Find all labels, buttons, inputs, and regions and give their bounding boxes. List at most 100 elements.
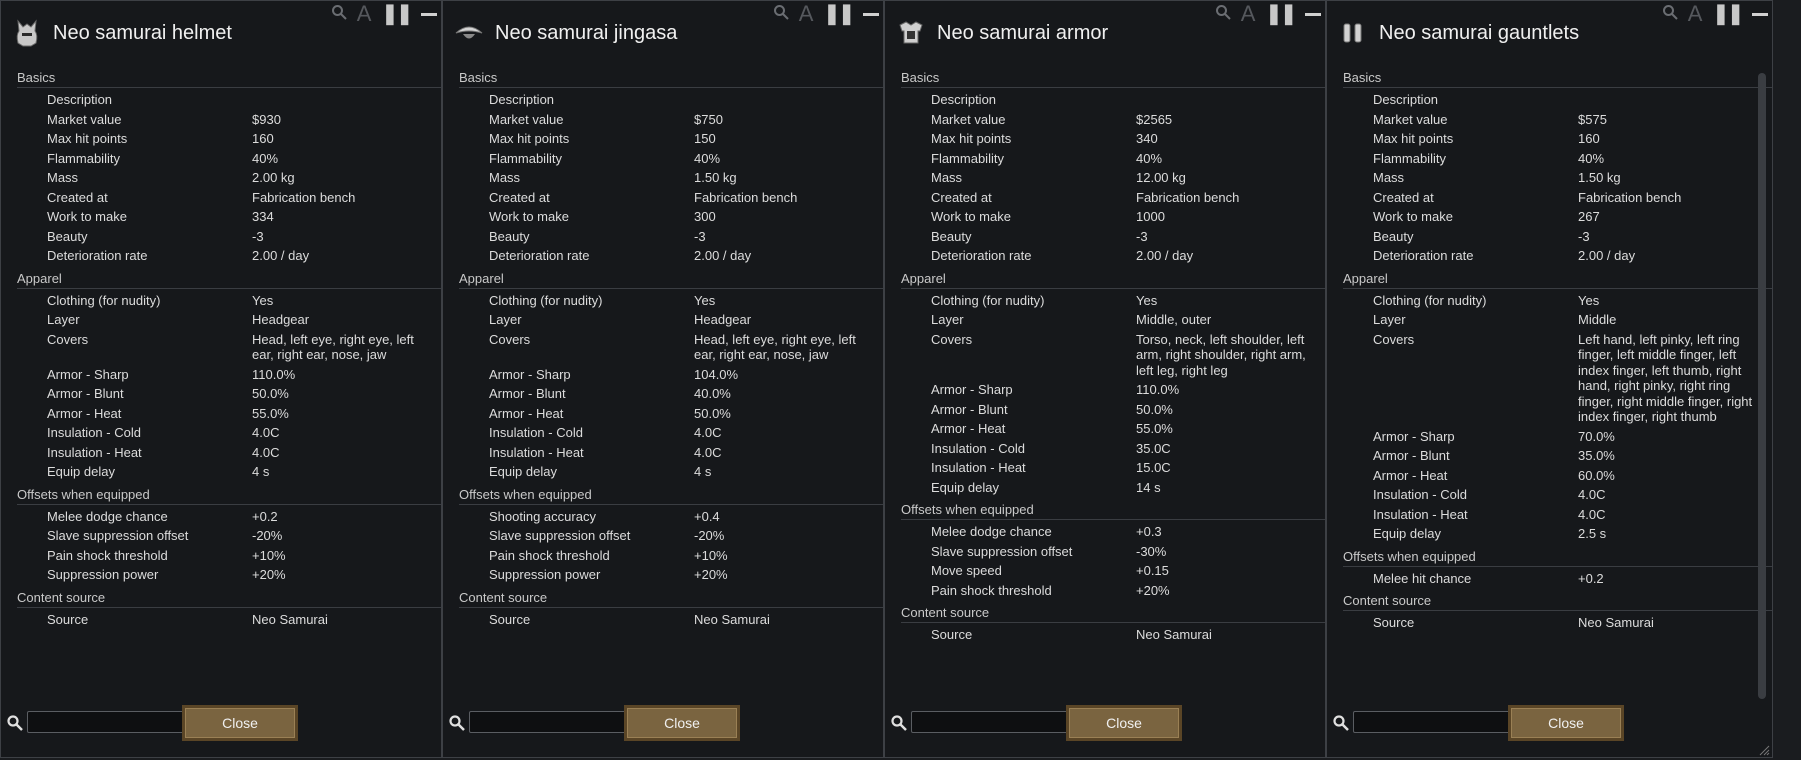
close-button[interactable]: Close	[1066, 705, 1182, 741]
stat-row[interactable]: Armor - Heat 55.0%	[901, 419, 1325, 439]
stat-row[interactable]: Insulation - Cold 4.0C	[17, 423, 441, 443]
stat-row[interactable]: Description	[459, 90, 883, 110]
stat-row[interactable]: Mass 1.50 kg	[459, 168, 883, 188]
stat-row[interactable]: Clothing (for nudity) Yes	[1343, 291, 1772, 311]
stat-row[interactable]: Armor - Blunt 50.0%	[17, 384, 441, 404]
stat-row[interactable]: Description	[17, 90, 441, 110]
stat-row[interactable]: Beauty -3	[1343, 227, 1772, 247]
stat-row[interactable]: Mass 2.00 kg	[17, 168, 441, 188]
resize-grip-icon[interactable]	[1758, 743, 1770, 756]
minimize-icon[interactable]	[863, 12, 879, 16]
stat-row[interactable]: Flammability 40%	[459, 149, 883, 169]
stat-row[interactable]: Source Neo Samurai	[901, 625, 1325, 645]
pause-icon[interactable]: ❚❚	[381, 4, 412, 24]
stat-row[interactable]: Equip delay 4 s	[17, 462, 441, 482]
stat-row[interactable]: Created at Fabrication bench	[901, 188, 1325, 208]
stat-row[interactable]: Deterioration rate 2.00 / day	[459, 246, 883, 266]
stat-row[interactable]: Layer Headgear	[17, 310, 441, 330]
pause-icon[interactable]: ❚❚	[823, 4, 854, 24]
stat-row[interactable]: Created at Fabrication bench	[459, 188, 883, 208]
stat-row[interactable]: Slave suppression offset -30%	[901, 542, 1325, 562]
stat-row[interactable]: Melee dodge chance +0.3	[901, 522, 1325, 542]
stat-row[interactable]: Market value $930	[17, 110, 441, 130]
close-button[interactable]: Close	[624, 705, 740, 741]
stat-row[interactable]: Armor - Heat 60.0%	[1343, 466, 1772, 486]
stat-row[interactable]: Armor - Heat 55.0%	[17, 404, 441, 424]
stat-row[interactable]: Insulation - Heat 4.0C	[1343, 505, 1772, 525]
search-icon[interactable]	[773, 4, 789, 24]
stat-row[interactable]: Work to make 1000	[901, 207, 1325, 227]
pause-icon[interactable]: ❚❚	[1712, 4, 1743, 24]
stat-row[interactable]: Beauty -3	[459, 227, 883, 247]
stat-row[interactable]: Suppression power +20%	[459, 565, 883, 585]
stat-row[interactable]: Covers Torso, neck, left shoulder, left a…	[901, 330, 1325, 381]
stat-row[interactable]: Insulation - Heat 4.0C	[17, 443, 441, 463]
stat-row[interactable]: Insulation - Cold 4.0C	[459, 423, 883, 443]
stat-row[interactable]: Armor - Sharp 104.0%	[459, 365, 883, 385]
stat-row[interactable]: Layer Middle	[1343, 310, 1772, 330]
search-input[interactable]	[1353, 711, 1511, 733]
stat-row[interactable]: Flammability 40%	[17, 149, 441, 169]
stat-row[interactable]: Clothing (for nudity) Yes	[17, 291, 441, 311]
stat-row[interactable]: Source Neo Samurai	[17, 610, 441, 630]
close-button[interactable]: Close	[182, 705, 298, 741]
stat-row[interactable]: Deterioration rate 2.00 / day	[901, 246, 1325, 266]
font-size-icon[interactable]: A	[1241, 3, 1256, 25]
stat-row[interactable]: Insulation - Cold 4.0C	[1343, 485, 1772, 505]
stat-row[interactable]: Armor - Sharp 110.0%	[17, 365, 441, 385]
stat-row[interactable]: Move speed +0.15	[901, 561, 1325, 581]
stat-row[interactable]: Description	[1343, 90, 1772, 110]
stat-row[interactable]: Market value $750	[459, 110, 883, 130]
stat-row[interactable]: Armor - Blunt 50.0%	[901, 400, 1325, 420]
minimize-icon[interactable]	[1752, 12, 1768, 16]
stat-row[interactable]: Work to make 334	[17, 207, 441, 227]
stat-row[interactable]: Melee dodge chance +0.2	[17, 507, 441, 527]
stat-row[interactable]: Slave suppression offset -20%	[17, 526, 441, 546]
minimize-icon[interactable]	[421, 12, 437, 16]
stat-row[interactable]: Armor - Heat 50.0%	[459, 404, 883, 424]
pause-icon[interactable]: ❚❚	[1265, 4, 1296, 24]
stat-row[interactable]: Created at Fabrication bench	[17, 188, 441, 208]
stat-row[interactable]: Max hit points 150	[459, 129, 883, 149]
stat-row[interactable]: Equip delay 4 s	[459, 462, 883, 482]
stat-row[interactable]: Clothing (for nudity) Yes	[459, 291, 883, 311]
stat-row[interactable]: Melee hit chance +0.2	[1343, 569, 1772, 589]
stat-row[interactable]: Clothing (for nudity) Yes	[901, 291, 1325, 311]
search-input[interactable]	[911, 711, 1069, 733]
stat-row[interactable]: Pain shock threshold +10%	[459, 546, 883, 566]
stat-row[interactable]: Shooting accuracy +0.4	[459, 507, 883, 527]
stat-row[interactable]: Source Neo Samurai	[1343, 613, 1772, 633]
stat-row[interactable]: Deterioration rate 2.00 / day	[17, 246, 441, 266]
stat-row[interactable]: Armor - Blunt 35.0%	[1343, 446, 1772, 466]
stat-row[interactable]: Description	[901, 90, 1325, 110]
stat-row[interactable]: Beauty -3	[17, 227, 441, 247]
search-icon[interactable]	[1215, 4, 1231, 24]
stat-row[interactable]: Max hit points 340	[901, 129, 1325, 149]
stat-row[interactable]: Mass 12.00 kg	[901, 168, 1325, 188]
stat-row[interactable]: Covers Left hand, left pinky, left ring f…	[1343, 330, 1772, 427]
stat-row[interactable]: Equip delay 2.5 s	[1343, 524, 1772, 544]
stat-row[interactable]: Market value $575	[1343, 110, 1772, 130]
stat-row[interactable]: Max hit points 160	[17, 129, 441, 149]
font-size-icon[interactable]: A	[1688, 3, 1703, 25]
stat-row[interactable]: Market value $2565	[901, 110, 1325, 130]
stat-row[interactable]: Deterioration rate 2.00 / day	[1343, 246, 1772, 266]
search-input[interactable]	[469, 711, 627, 733]
stat-row[interactable]: Armor - Sharp 70.0%	[1343, 427, 1772, 447]
search-input[interactable]	[27, 711, 185, 733]
stat-row[interactable]: Max hit points 160	[1343, 129, 1772, 149]
stat-row[interactable]: Insulation - Heat 4.0C	[459, 443, 883, 463]
stat-row[interactable]: Armor - Blunt 40.0%	[459, 384, 883, 404]
stat-row[interactable]: Flammability 40%	[1343, 149, 1772, 169]
stat-row[interactable]: Insulation - Cold 35.0C	[901, 439, 1325, 459]
search-icon[interactable]	[1662, 4, 1678, 24]
stat-row[interactable]: Covers Head, left eye, right eye, left ea…	[459, 330, 883, 365]
stat-row[interactable]: Work to make 300	[459, 207, 883, 227]
stat-row[interactable]: Beauty -3	[901, 227, 1325, 247]
stat-row[interactable]: Layer Middle, outer	[901, 310, 1325, 330]
stat-row[interactable]: Created at Fabrication bench	[1343, 188, 1772, 208]
font-size-icon[interactable]: A	[799, 3, 814, 25]
stat-row[interactable]: Covers Head, left eye, right eye, left ea…	[17, 330, 441, 365]
scrollbar[interactable]	[1758, 73, 1766, 699]
stat-row[interactable]: Flammability 40%	[901, 149, 1325, 169]
